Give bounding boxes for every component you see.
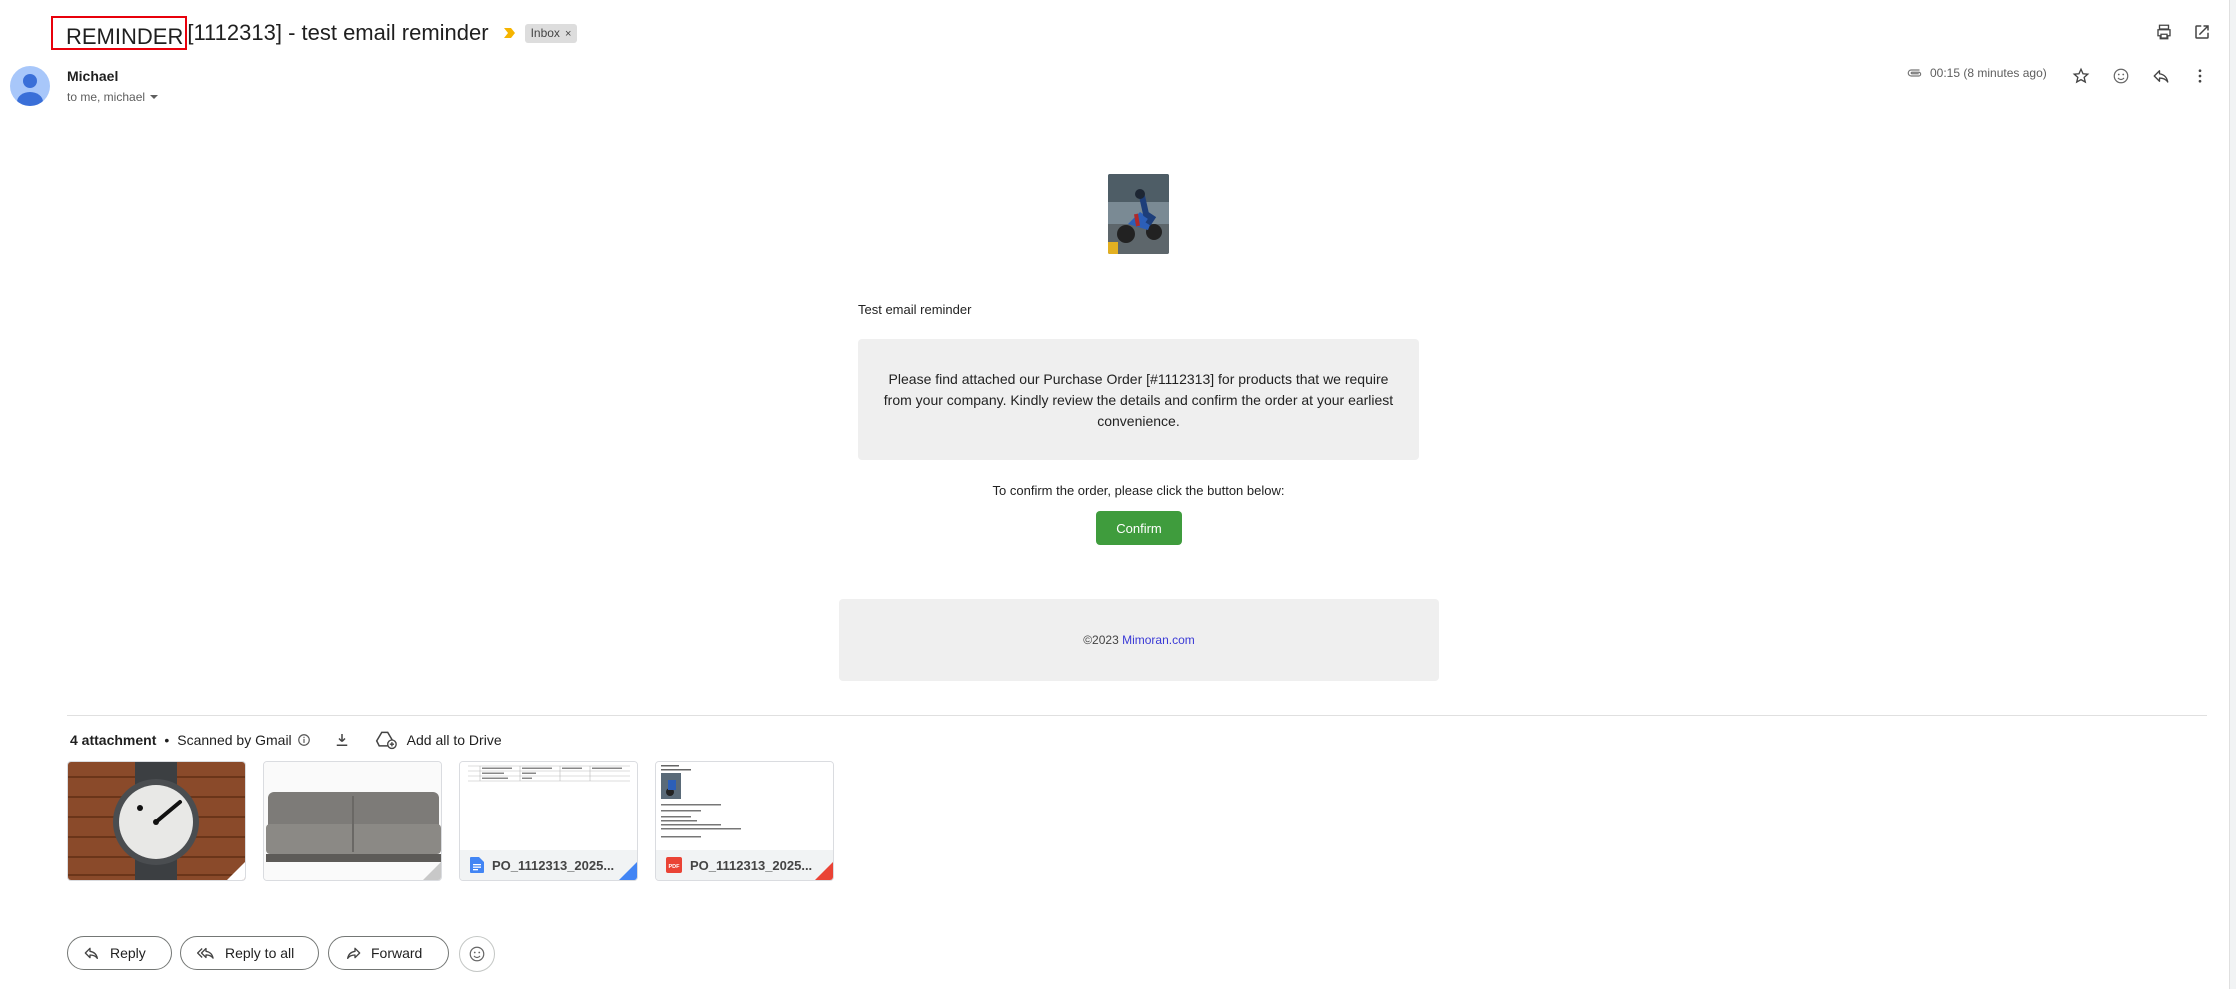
attachment-clip-icon xyxy=(1907,69,1922,77)
info-icon[interactable] xyxy=(297,733,311,747)
attachment-tile-watch[interactable] xyxy=(67,761,246,881)
star-icon[interactable] xyxy=(2067,62,2095,90)
confirm-button[interactable]: Confirm xyxy=(1096,511,1182,545)
add-all-to-drive[interactable]: Add all to Drive xyxy=(407,732,502,748)
recipients-toggle[interactable]: to me, michael xyxy=(67,90,159,104)
add-to-drive-icon[interactable] xyxy=(375,730,397,750)
doc-preview xyxy=(460,762,637,852)
sender-name[interactable]: Michael xyxy=(67,68,118,84)
reply-all-label: Reply to all xyxy=(225,945,295,961)
forward-arrow-icon xyxy=(347,947,361,959)
side-rail xyxy=(2229,0,2236,989)
confirm-prompt: To confirm the order, please click the b… xyxy=(992,483,1285,498)
recipients-text: to me, michael xyxy=(67,90,146,104)
avatar[interactable] xyxy=(10,66,50,106)
message-text: Please find attached our Purchase Order … xyxy=(883,371,1394,429)
importance-marker-icon[interactable] xyxy=(503,26,517,40)
subject-highlight: REMINDER xyxy=(51,16,188,50)
pdf-icon: PDF xyxy=(666,857,682,873)
reply-all-icon xyxy=(197,947,214,959)
emoji-reaction-icon[interactable] xyxy=(2107,62,2135,90)
email-subject: REMINDER [1112313] - test email reminder… xyxy=(51,16,578,50)
forward-label: Forward xyxy=(371,945,423,961)
inbox-label-chip[interactable]: Inbox × xyxy=(524,23,578,43)
emoji-react-button[interactable] xyxy=(459,936,495,972)
pdf-preview xyxy=(656,762,833,852)
attachment-tile-pdf[interactable]: PDF PO_1112313_2025... xyxy=(655,761,834,881)
attachment-tile-doc[interactable]: PO_1112313_2025... xyxy=(459,761,638,881)
watch-thumbnail xyxy=(68,762,245,880)
reply-arrow-icon xyxy=(84,947,98,959)
print-icon[interactable] xyxy=(2150,18,2178,46)
pdf-filename: PO_1112313_2025... xyxy=(690,857,813,873)
doc-footer: PO_1112313_2025... xyxy=(460,850,637,880)
more-options-icon[interactable] xyxy=(2186,62,2214,90)
email-footer: ©2023 Mimoran.com xyxy=(839,599,1439,681)
attachments-divider xyxy=(67,715,2207,716)
greeting-text: Test email reminder xyxy=(858,302,972,317)
message-box: Please find attached our Purchase Order … xyxy=(858,339,1419,460)
pdf-footer: PDF PO_1112313_2025... xyxy=(656,850,833,880)
remove-label-icon[interactable]: × xyxy=(565,28,571,40)
message-time: 00:15 (8 minutes ago) xyxy=(1930,66,2047,80)
smiley-icon xyxy=(469,946,485,962)
reply-button[interactable]: Reply xyxy=(67,936,172,970)
email-header-photo xyxy=(1108,174,1169,254)
attachment-tile-sofa[interactable] xyxy=(263,761,442,881)
svg-text:PDF: PDF xyxy=(669,864,681,870)
footer-copyright: ©2023 xyxy=(1083,633,1119,647)
inbox-label-text: Inbox xyxy=(530,25,560,40)
chevron-down-icon xyxy=(150,95,159,99)
sofa-thumbnail xyxy=(264,762,441,880)
reply-all-button[interactable]: Reply to all xyxy=(180,936,319,970)
reply-icon[interactable] xyxy=(2147,62,2175,90)
forward-button[interactable]: Forward xyxy=(328,936,449,970)
scanned-by-gmail: Scanned by Gmail xyxy=(177,732,292,748)
google-doc-icon xyxy=(470,857,484,873)
attachment-count: 4 attachment xyxy=(70,732,157,748)
message-meta: 00:15 (8 minutes ago) xyxy=(1906,66,2047,80)
download-all-icon[interactable] xyxy=(333,731,351,749)
doc-filename: PO_1112313_2025... xyxy=(492,857,615,873)
reply-label: Reply xyxy=(110,945,146,961)
subject-text: [1112313] - test email reminder xyxy=(187,20,489,45)
open-new-window-icon[interactable] xyxy=(2188,18,2216,46)
attachments-header: 4 attachment • Scanned by Gmail Add all … xyxy=(70,730,502,750)
footer-link[interactable]: Mimoran.com xyxy=(1122,633,1195,647)
